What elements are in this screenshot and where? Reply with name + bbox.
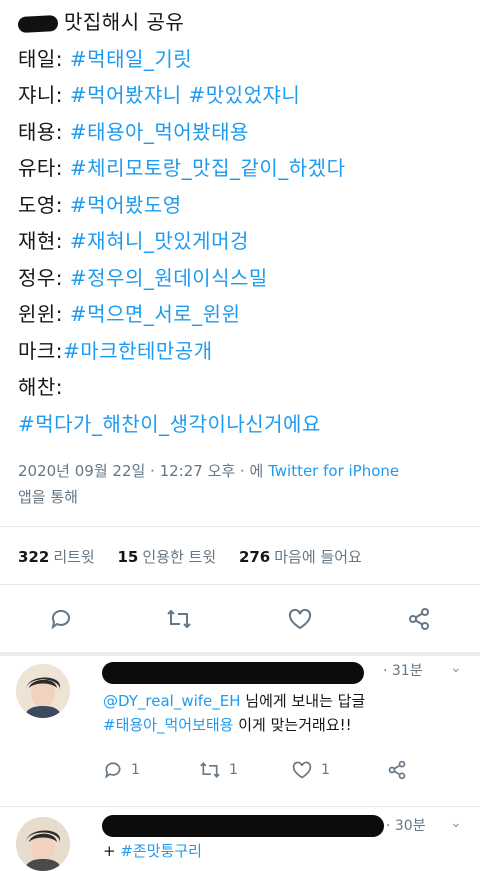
retweets-stat[interactable]: 322 리트윗	[18, 548, 95, 566]
hashtag-link[interactable]: #존맛퉁구리	[120, 842, 202, 860]
member-label: 유타:	[18, 156, 64, 180]
reply-count: 1	[131, 762, 140, 778]
reply-button[interactable]	[46, 604, 76, 634]
hashtag-link[interactable]: #먹어봤쟈니 #맛있었쟈니	[70, 83, 300, 107]
divider	[0, 584, 480, 585]
member-label: 태용:	[18, 119, 64, 144]
retweet-icon	[200, 762, 220, 778]
likes-label: 마음에 들어요	[274, 548, 362, 566]
tweet-line: 태일: #먹태일_기릿	[18, 41, 345, 78]
member-label: 마크:	[18, 338, 64, 363]
tweet-timestamp[interactable]: 2020년 09월 22일 · 12:27 오후 · 에	[18, 462, 263, 480]
hashtag-link[interactable]: #태용아_먹어보태용	[103, 716, 233, 734]
tweet-line: 유타: #체리모토랑_맛집_같이_하겠다	[18, 150, 345, 187]
reply-icon	[105, 762, 121, 779]
quotes-count: 15	[117, 548, 139, 566]
likes-count: 276	[238, 548, 271, 566]
tweet-line: 쟈니: #먹어봤쟈니 #맛있었쟈니	[18, 77, 345, 114]
share-button[interactable]	[387, 760, 407, 780]
share-icon	[388, 760, 406, 780]
retweet-button[interactable]: 1	[199, 760, 238, 780]
retweet-count: 1	[229, 762, 238, 778]
retweets-count: 322	[18, 548, 50, 566]
tweet-line: 태용: #태용아_먹어봤태용	[18, 114, 345, 151]
tweet-line: 마크:#마크한테만공개	[18, 333, 345, 370]
member-label: 태일:	[18, 46, 64, 71]
member-label: 쟈니:	[18, 83, 64, 107]
member-label: 윈윈:	[18, 302, 64, 326]
redaction-scribble	[17, 14, 59, 33]
tweet-stats: 322 리트윗 15 인용한 트윗 276 마음에 들어요	[18, 546, 380, 567]
hashtag-link[interactable]: #재혀니_맛있게머겅	[70, 229, 249, 253]
reply-text: @DY_real_wife_EH 님에게 보내는 답글 #태용아_먹어보태용 이…	[103, 689, 365, 737]
reply-icon	[51, 609, 70, 630]
mention-link[interactable]: @DY_real_wife_EH	[103, 692, 241, 710]
retweet-icon	[167, 609, 191, 629]
share-button[interactable]	[404, 604, 434, 634]
like-button[interactable]	[285, 604, 315, 634]
tweet-body: 맛집해시 공유 태일: #먹태일_기릿 쟈니: #먹어봤쟈니 #맛있었쟈니 태용…	[17, 4, 345, 443]
hashtag-link[interactable]: #먹다가_해찬이_생각이나신거에요	[18, 412, 321, 436]
reply-prefix: +	[103, 842, 116, 860]
divider	[0, 526, 480, 527]
reply-time[interactable]: · 31분	[383, 660, 423, 680]
reply-text: + #존맛퉁구리	[103, 839, 202, 863]
like-button[interactable]: 1	[291, 760, 330, 780]
like-count: 1	[321, 762, 330, 778]
avatar[interactable]	[16, 664, 70, 718]
reply-item[interactable]: · 31분 ⌄ @DY_real_wife_EH 님에게 보내는 답글 #태용아…	[0, 656, 480, 811]
like-icon	[292, 761, 312, 779]
redaction-scribble	[102, 815, 384, 837]
likes-stat[interactable]: 276 마음에 들어요	[239, 548, 362, 566]
avatar-image	[16, 664, 70, 718]
tweet-line: #먹다가_해찬이_생각이나신거에요	[18, 406, 345, 443]
tweet-source-link[interactable]: Twitter for iPhone	[268, 462, 399, 480]
member-label: 재현:	[18, 229, 64, 253]
tweet-source-suffix: 앱을 통해	[18, 488, 78, 506]
quotes-stat[interactable]: 15 인용한 트윗	[118, 548, 217, 566]
hashtag-link[interactable]: #태용아_먹어봤태용	[70, 120, 249, 144]
member-label: 해찬:	[18, 375, 64, 399]
member-label: 도영:	[18, 192, 64, 217]
chevron-down-icon[interactable]: ⌄	[450, 660, 462, 676]
tweet-meta: 2020년 09월 22일 · 12:27 오후 · 에 Twitter for…	[18, 458, 468, 510]
reply-message: 이게 맞는거래요!!	[233, 716, 352, 734]
tweet-header-line: 맛집해시 공유	[17, 4, 345, 41]
hashtag-link[interactable]: #먹으면_서로_윈윈	[70, 302, 241, 326]
retweet-button[interactable]	[164, 604, 194, 634]
like-icon	[288, 608, 312, 630]
quotes-label: 인용한 트윗	[142, 548, 217, 566]
redaction-scribble	[102, 662, 364, 684]
hashtag-link[interactable]: #먹태일_기릿	[70, 47, 192, 71]
avatar[interactable]	[16, 817, 70, 871]
tweet-header-text: 맛집해시 공유	[64, 10, 185, 34]
tweet-line: 재현: #재혀니_맛있게머겅	[18, 223, 345, 260]
reply-action-bar: 1 1 1	[103, 760, 443, 786]
reply-time[interactable]: · 30분	[386, 815, 426, 835]
hashtag-link[interactable]: #먹어봤도영	[70, 193, 182, 217]
hashtag-link[interactable]: #체리모토랑_맛집_같이_하겠다	[70, 156, 346, 180]
tweet-line: 윈윈: #먹으면_서로_윈윈	[18, 296, 345, 333]
tweet-line: 해찬:	[18, 369, 345, 406]
retweets-label: 리트윗	[53, 548, 95, 566]
tweet-line: 정우: #정우의_원데이식스밀	[18, 260, 345, 297]
avatar-image	[16, 817, 70, 871]
reply-button[interactable]: 1	[103, 760, 140, 780]
tweet-line: 도영: #먹어봤도영	[18, 187, 345, 224]
tweet-action-bar	[0, 600, 480, 640]
chevron-down-icon[interactable]: ⌄	[450, 815, 462, 831]
hashtag-link[interactable]: #마크한테만공개	[63, 339, 213, 363]
member-label: 정우:	[18, 265, 64, 290]
reply-item[interactable]: · 30분 ⌄ + #존맛퉁구리	[0, 807, 480, 871]
share-icon	[409, 608, 429, 630]
hashtag-link[interactable]: #정우의_원데이식스밀	[70, 266, 268, 290]
reply-context: 님에게 보내는 답글	[240, 692, 366, 710]
